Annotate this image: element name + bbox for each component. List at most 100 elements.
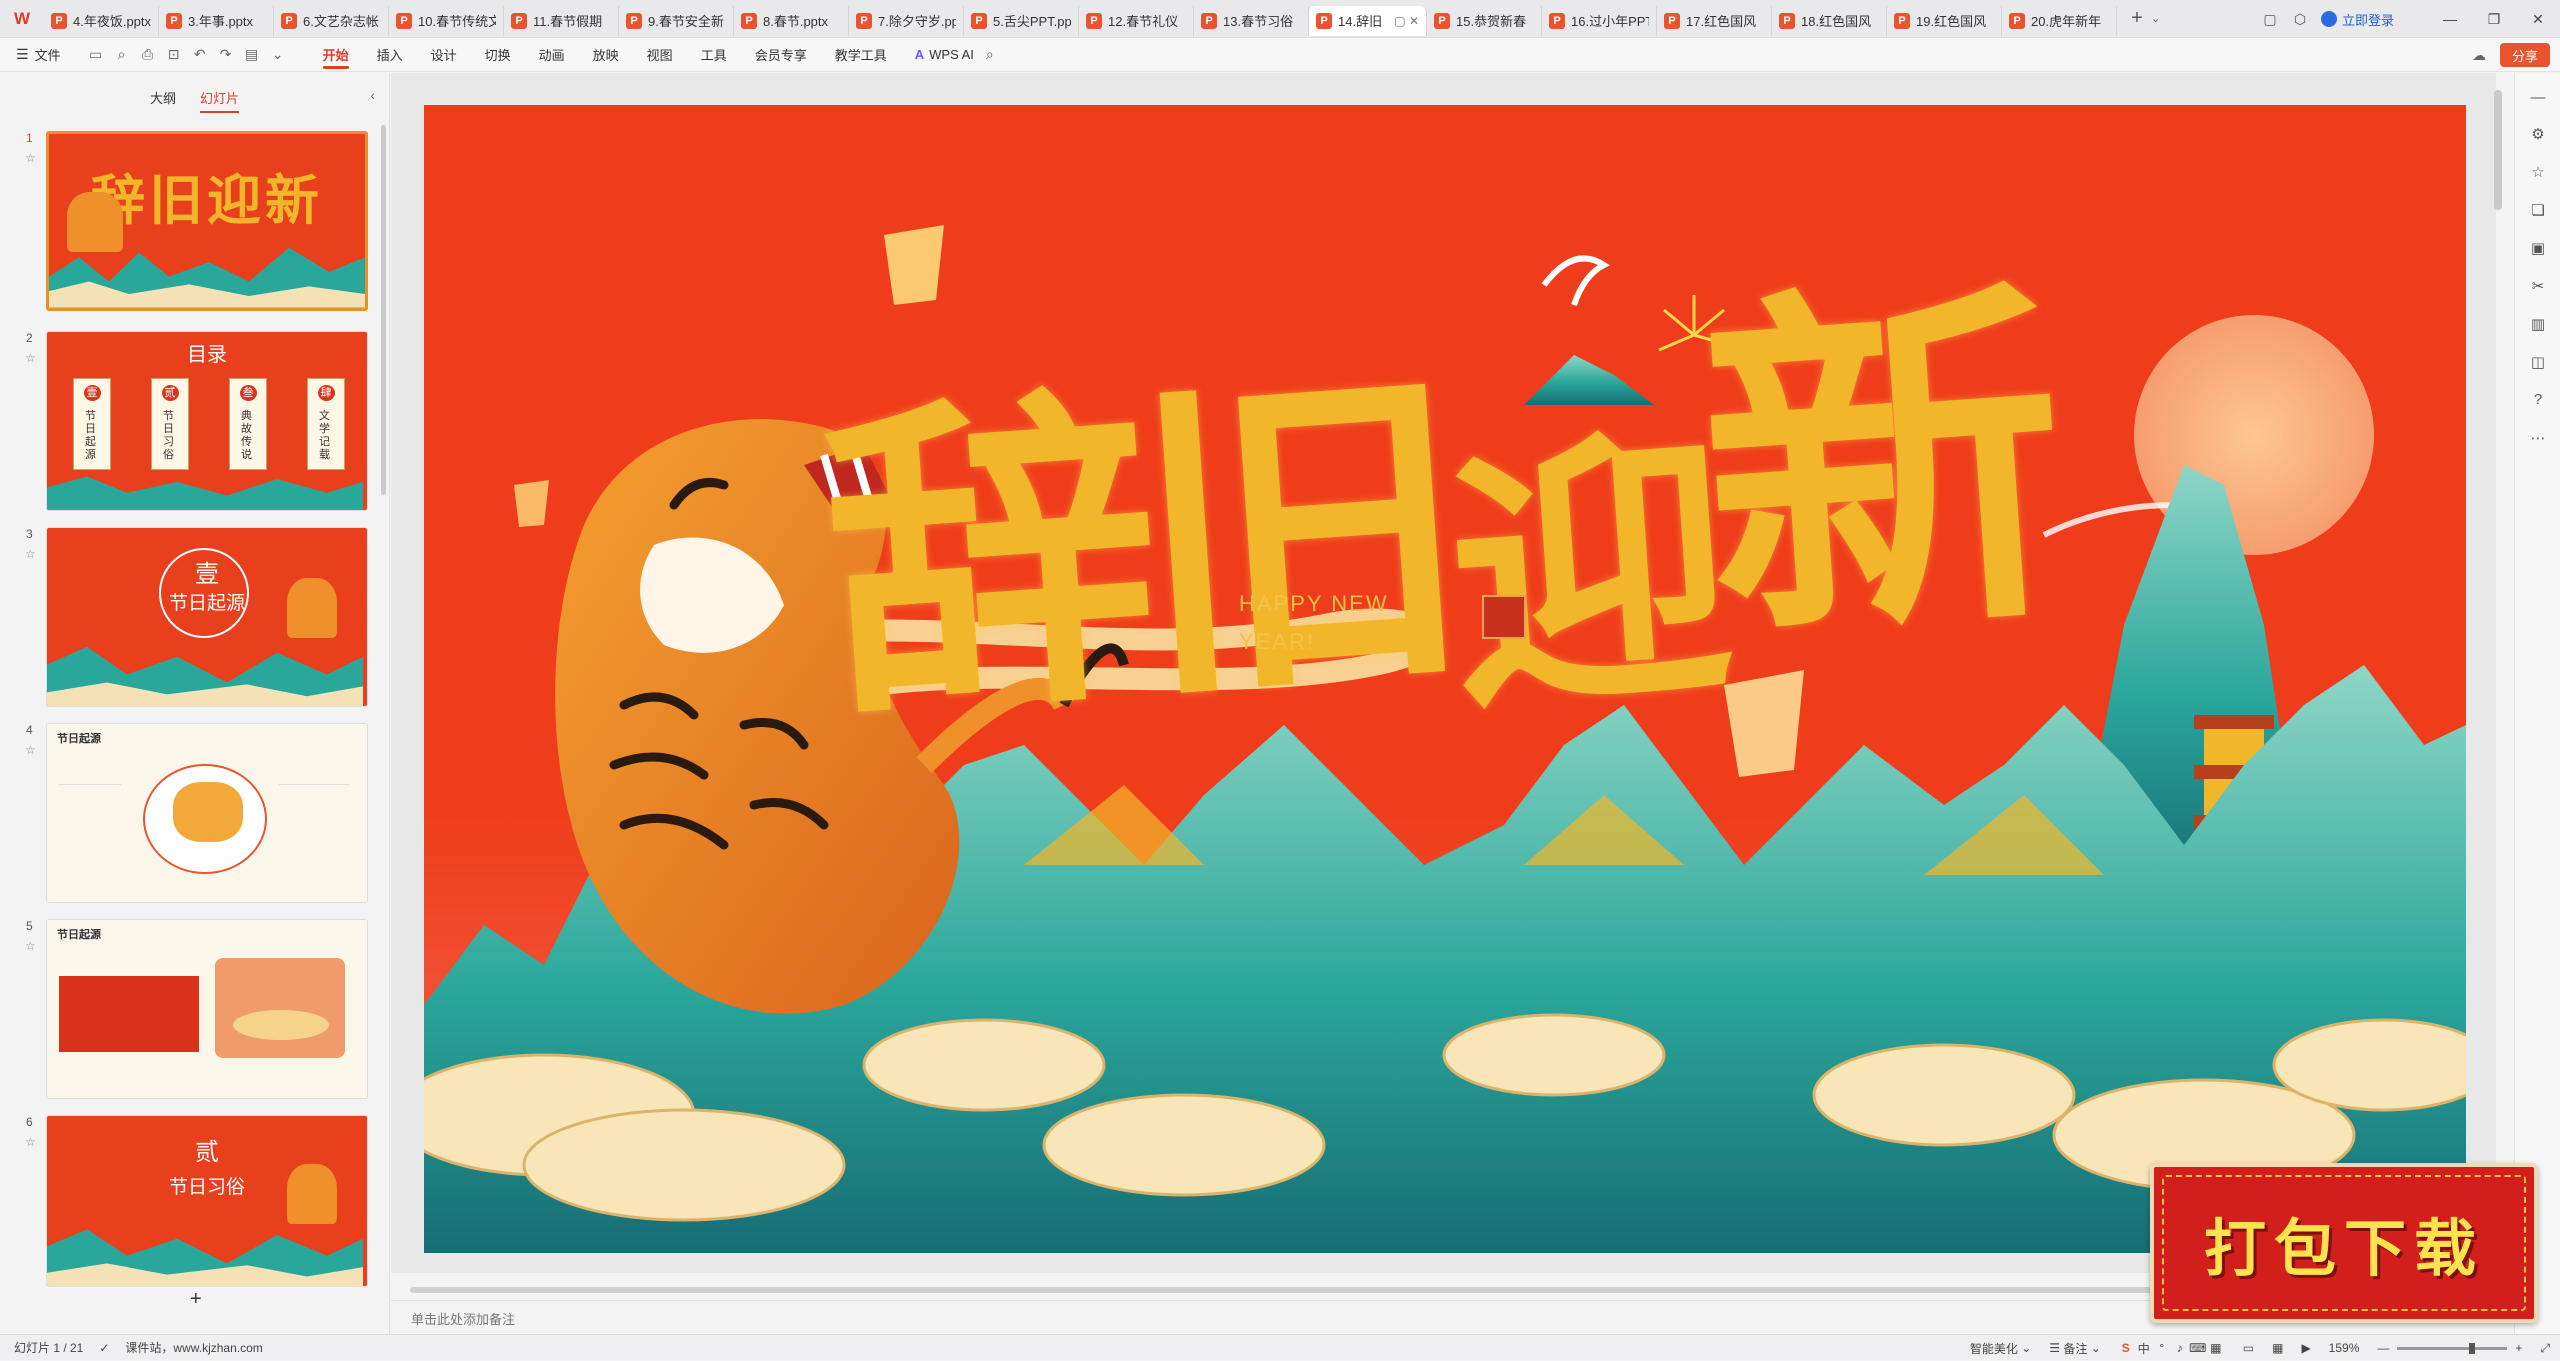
star-icon[interactable]: ☆ [25,547,36,561]
ribbon-tab[interactable]: 会员专享 [741,38,821,72]
document-tab[interactable]: P 5.舌尖PPT.pp [964,5,1079,36]
print-preview-icon[interactable]: ⊡ [161,46,187,63]
document-tab[interactable]: P 7.除夕守岁.pp [849,5,964,36]
chevron-down-icon[interactable]: ⌄ [265,46,291,63]
english-subtitle[interactable]: HAPPY NEW YEAR! [1239,585,1389,661]
search-icon[interactable]: ⌕ [986,46,994,63]
current-slide[interactable]: 辞旧迎新 HAPPY NEW YEAR! [424,105,2466,1253]
minimize-button[interactable]: — [2428,0,2472,38]
format-painter-icon[interactable]: ▤ [239,46,265,63]
document-tab[interactable]: P 15.恭贺新春 [1427,5,1542,36]
star-icon[interactable]: ☆ [25,939,36,953]
document-tab[interactable]: P 20.虎年新年 [2002,5,2117,36]
cube-icon[interactable]: ⬡ [2285,0,2315,38]
slide-thumbnail-6[interactable]: 6 ☆ 贰 节日习俗 [0,1115,380,1297]
view-normal-icon[interactable]: ▭ [2243,1341,2254,1355]
ribbon-tab[interactable]: 教学工具 [821,38,901,72]
ribbon-tab[interactable]: 插入 [363,38,417,72]
cloud-icon[interactable]: ☁ [2472,47,2486,64]
document-tab[interactable]: P 9.春节安全新 [619,5,734,36]
ime-mode-icon[interactable]: 中 [2135,1340,2153,1357]
notes-toggle-button[interactable]: ☰ 备注 ⌄ [2049,1340,2101,1357]
tools-icon[interactable]: ✂ [2515,277,2560,295]
star-icon[interactable]: ☆ [25,151,36,165]
document-tab[interactable]: P 3.年事.pptx [159,5,274,36]
panel-scrollbar[interactable] [381,125,386,495]
zoom-out-button[interactable]: — [2377,1341,2389,1355]
book-icon[interactable]: ▥ [2515,315,2560,333]
document-tab[interactable]: P 18.红色国风 [1772,5,1887,36]
document-tab[interactable]: P 17.红色国风 [1657,5,1772,36]
document-tab[interactable]: P 14.辞旧 ▢ ✕ [1309,5,1427,36]
title-calligraphy[interactable]: 辞旧迎新 [807,183,2060,789]
add-slide-button[interactable]: + [190,1288,202,1311]
ribbon-tab[interactable]: 工具 [687,38,741,72]
zoom-slider-handle[interactable] [2469,1342,2476,1354]
slide-thumbnail-4[interactable]: 4 ☆ 节日起源 [0,723,380,905]
ribbon-tab[interactable]: 动画 [525,38,579,72]
close-button[interactable]: ✕ [2516,0,2560,38]
document-tab[interactable]: P 11.春节假期 [504,5,619,36]
keyboard-icon[interactable]: ⌨ [2189,1341,2207,1355]
ribbon-tab[interactable]: 放映 [579,38,633,72]
tab-slides[interactable]: 幻灯片 [188,88,251,113]
file-menu[interactable]: ☰ 文件 [16,45,61,64]
view-sorter-icon[interactable]: ▦ [2272,1341,2283,1355]
document-tab[interactable]: P 6.文艺杂志帐 [274,5,389,36]
chevron-down-icon[interactable]: ⌄ [2151,12,2171,25]
ribbon-tab[interactable]: 开始 [309,38,363,72]
login-button[interactable]: 立即登录 [2320,10,2394,29]
save-icon[interactable]: ▭ [83,46,109,63]
template-icon[interactable]: ◫ [2515,353,2560,371]
zoom-slider[interactable] [2397,1342,2508,1354]
mic-icon[interactable]: ♪ [2171,1341,2189,1355]
canvas-horizontal-scrollbar[interactable] [410,1287,2190,1293]
share-button[interactable]: 分享 [2499,43,2550,67]
close-tab-icon[interactable]: ▢ ✕ [1390,14,1419,28]
image-icon[interactable]: ▣ [2515,239,2560,257]
redo-icon[interactable]: ↷ [213,46,239,63]
print-icon[interactable]: ⎙ [135,46,161,63]
find-icon[interactable]: ⌕ [109,46,135,63]
ime-toolbar[interactable]: S 中 ° ♪ ⌨ ▦ [2117,1340,2225,1357]
ribbon-tab[interactable]: 切换 [471,38,525,72]
document-tab[interactable]: P 13.春节习俗 [1194,5,1309,36]
more-icon[interactable]: ⋯ [2515,429,2560,447]
document-tab[interactable]: P 8.春节.pptx [734,5,849,36]
sogou-icon[interactable]: S [2117,1341,2135,1355]
play-icon[interactable]: ▶ [2301,1341,2310,1355]
copy-icon[interactable]: ❏ [2515,201,2560,219]
star-icon[interactable]: ☆ [25,743,36,757]
new-tab-button[interactable]: + [2123,4,2151,34]
slide-editing-canvas[interactable]: 辞旧迎新 HAPPY NEW YEAR! [391,73,2496,1273]
properties-icon[interactable]: ⚙ [2515,125,2560,143]
punctuation-icon[interactable]: ° [2153,1341,2171,1355]
ribbon-tab[interactable]: 视图 [633,38,687,72]
document-tab[interactable]: P 12.春节礼仪 [1079,5,1194,36]
restore-button[interactable]: ❐ [2472,0,2516,38]
zoom-in-button[interactable]: + [2515,1341,2522,1355]
slide-thumbnail-3[interactable]: 3 ☆ 壹 节日起源 [0,527,380,709]
star-icon[interactable]: ☆ [2515,163,2560,181]
document-tab[interactable]: P 16.过小年PPT [1542,5,1657,36]
document-tab[interactable]: P 19.红色国风 [1887,5,2002,36]
slide-thumbnail-1[interactable]: 1 ☆ 辞旧迎新 [0,131,380,313]
help-icon[interactable]: ? [2515,391,2560,408]
document-tab[interactable]: P 4.年夜饭.pptx [44,5,159,36]
download-banner[interactable]: 打包下载 [2150,1163,2538,1323]
spellcheck-icon[interactable]: ✓ [99,1341,109,1355]
ribbon-tab[interactable]: 设计 [417,38,471,72]
wps-logo-icon[interactable]: W [0,0,44,38]
collapse-panel-icon[interactable]: ‹ [370,87,375,103]
slide-thumbnail-5[interactable]: 5 ☆ 节日起源 [0,919,380,1101]
slide-thumbnail-2[interactable]: 2 ☆ 目录 壹 贰 叁 肆 节日起源 节日习俗 典故传说 文学记载 [0,331,380,513]
star-icon[interactable]: ☆ [25,1135,36,1149]
window-layout-icon[interactable]: ▢ [2255,0,2285,38]
minus-icon[interactable]: — [2515,89,2560,106]
skin-icon[interactable]: ▦ [2207,1341,2225,1355]
smart-beautify-button[interactable]: 智能美化 ⌄ [1970,1340,2031,1357]
wps-ai-button[interactable]: A WPS AI [915,47,974,62]
tab-outline[interactable]: 大纲 [138,88,188,107]
fit-window-icon[interactable]: ⤢ [2540,1341,2550,1356]
undo-icon[interactable]: ↶ [187,46,213,63]
